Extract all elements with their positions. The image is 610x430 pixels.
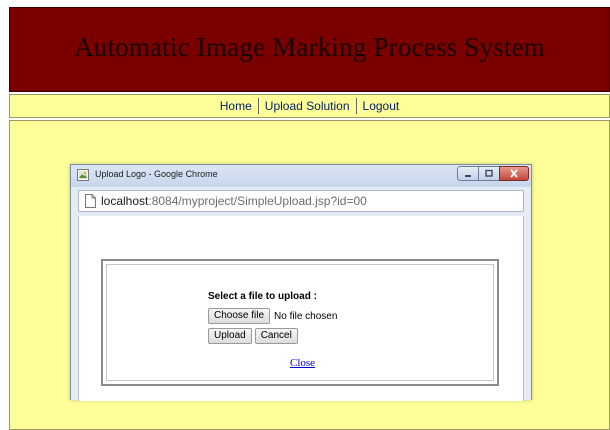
- site-title: Automatic Image Marking Process System: [73, 32, 546, 62]
- form-buttons: Upload Cancel: [208, 328, 298, 344]
- app-icon: [77, 169, 89, 181]
- url-text: localhost:8084/myproject/SimpleUpload.js…: [101, 194, 367, 208]
- minimize-button[interactable]: [457, 166, 479, 181]
- upload-heading: Select a file to upload :: [208, 291, 317, 302]
- cancel-button[interactable]: Cancel: [254, 328, 298, 344]
- nav-home-link[interactable]: Home: [214, 99, 258, 113]
- file-status: No file chosen: [274, 310, 338, 322]
- header-banner: Automatic Image Marking Process System: [9, 7, 610, 92]
- close-icon: [510, 169, 518, 178]
- maximize-icon: [485, 169, 493, 177]
- url-host: localhost: [101, 194, 149, 208]
- page-icon: [85, 194, 96, 208]
- popup-titlebar[interactable]: Upload Logo - Google Chrome: [71, 165, 531, 187]
- close-window-button[interactable]: [499, 166, 529, 181]
- file-row: Choose file No file chosen: [208, 308, 337, 324]
- popup-window-title: Upload Logo - Google Chrome: [95, 169, 218, 179]
- nav-logout-link[interactable]: Logout: [357, 99, 406, 113]
- minimize-icon: [465, 174, 471, 177]
- maximize-button[interactable]: [478, 166, 500, 181]
- address-bar[interactable]: localhost:8084/myproject/SimpleUpload.js…: [78, 190, 524, 212]
- upload-button[interactable]: Upload: [208, 328, 252, 344]
- nav-bar: Home Upload Solution Logout: [9, 94, 610, 118]
- choose-file-button[interactable]: Choose file: [208, 308, 271, 324]
- popup-window: Upload Logo - Google Chrome localhost:80…: [70, 164, 532, 401]
- close-link[interactable]: Close: [290, 357, 315, 369]
- popup-viewport: Select a file to upload : Choose file No…: [78, 216, 524, 401]
- url-path: :8084/myproject/SimpleUpload.jsp?id=00: [148, 194, 367, 208]
- nav-upload-solution-link[interactable]: Upload Solution: [259, 99, 356, 113]
- upload-form-box: Select a file to upload : Choose file No…: [101, 259, 499, 386]
